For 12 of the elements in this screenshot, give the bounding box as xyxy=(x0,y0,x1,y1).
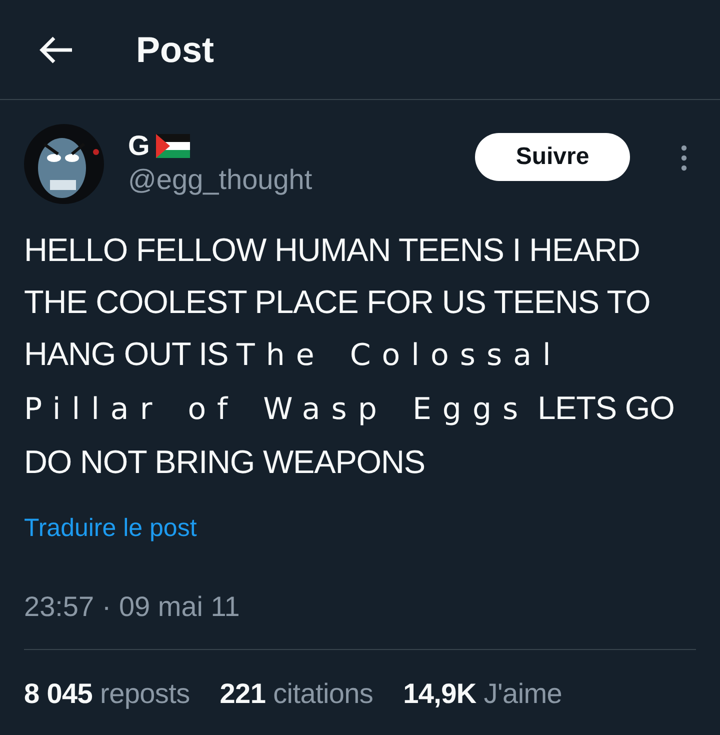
page-title: Post xyxy=(136,28,214,70)
back-icon[interactable] xyxy=(38,34,74,64)
author-name[interactable]: G xyxy=(128,130,150,162)
flag-icon xyxy=(156,134,190,158)
stat-link[interactable]: 8 045 reposts xyxy=(24,678,190,710)
post-timestamp: 23:57 · 09 mai 11 xyxy=(24,591,696,650)
translate-link[interactable]: Traduire le post xyxy=(24,514,197,543)
stat-link[interactable]: 221 citations xyxy=(220,678,374,710)
post-text: HELLO FELLOW HUMAN TEENS I HEARD THE COOLEST PLACE FOR US TEENS TO HANG OUT IS The Colossal Pillar of Wasp Eggs LETS GO DO NOT BRING WEAPONS xyxy=(24,231,676,482)
stat-link[interactable]: 14,9K J'aime xyxy=(403,678,562,710)
author-handle[interactable]: @egg_thought xyxy=(128,164,451,196)
follow-button[interactable]: Suivre xyxy=(475,133,630,181)
